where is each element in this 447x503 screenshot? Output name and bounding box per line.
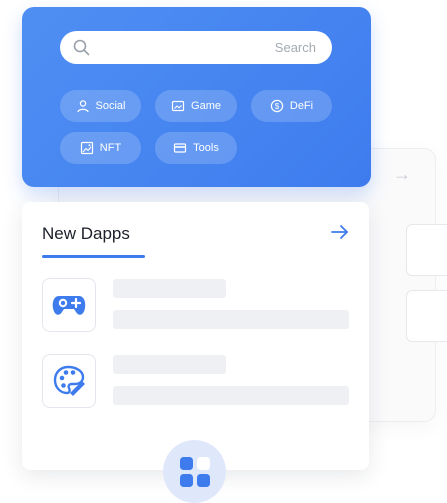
category-label: DeFi xyxy=(289,100,314,112)
image-icon xyxy=(171,100,185,112)
skeleton-line xyxy=(113,355,226,374)
category-label: Tools xyxy=(193,142,219,154)
grid-icon xyxy=(179,456,210,487)
gamepad-icon xyxy=(52,296,86,315)
category-label: NFT xyxy=(99,142,122,154)
background-panel xyxy=(406,224,447,276)
category-social-button[interactable]: Social xyxy=(60,90,141,122)
palette-icon xyxy=(53,365,85,396)
user-icon xyxy=(76,100,89,113)
search-placeholder: Search xyxy=(274,40,316,55)
new-dapps-card: New Dapps xyxy=(22,202,369,470)
picture-icon xyxy=(80,141,93,155)
search-input[interactable]: Search xyxy=(60,31,332,64)
skeleton-line xyxy=(113,310,349,329)
category-panel: Search Social Game $ DeFi NFT Tools xyxy=(22,7,371,187)
category-game-button[interactable]: Game xyxy=(155,90,237,122)
card-icon xyxy=(174,143,187,153)
title-underline xyxy=(42,255,145,258)
section-title: New Dapps xyxy=(42,224,130,243)
dapp-game-icon[interactable] xyxy=(42,278,96,332)
skeleton-line xyxy=(113,386,349,405)
arrow-right-icon[interactable] xyxy=(329,221,351,243)
skeleton-line xyxy=(113,279,226,298)
apps-grid-button[interactable] xyxy=(163,440,226,503)
category-nft-button[interactable]: NFT xyxy=(60,132,141,164)
category-label: Game xyxy=(191,100,221,112)
background-arrow-icon: → xyxy=(393,164,411,184)
dollar-icon: $ xyxy=(270,99,284,113)
svg-text:$: $ xyxy=(275,102,280,111)
category-label: Social xyxy=(95,100,126,112)
category-defi-button[interactable]: $ DeFi xyxy=(251,90,332,122)
background-panel xyxy=(406,290,447,342)
dapp-art-icon[interactable] xyxy=(42,354,96,408)
category-tools-button[interactable]: Tools xyxy=(155,132,237,164)
search-icon xyxy=(73,39,90,56)
